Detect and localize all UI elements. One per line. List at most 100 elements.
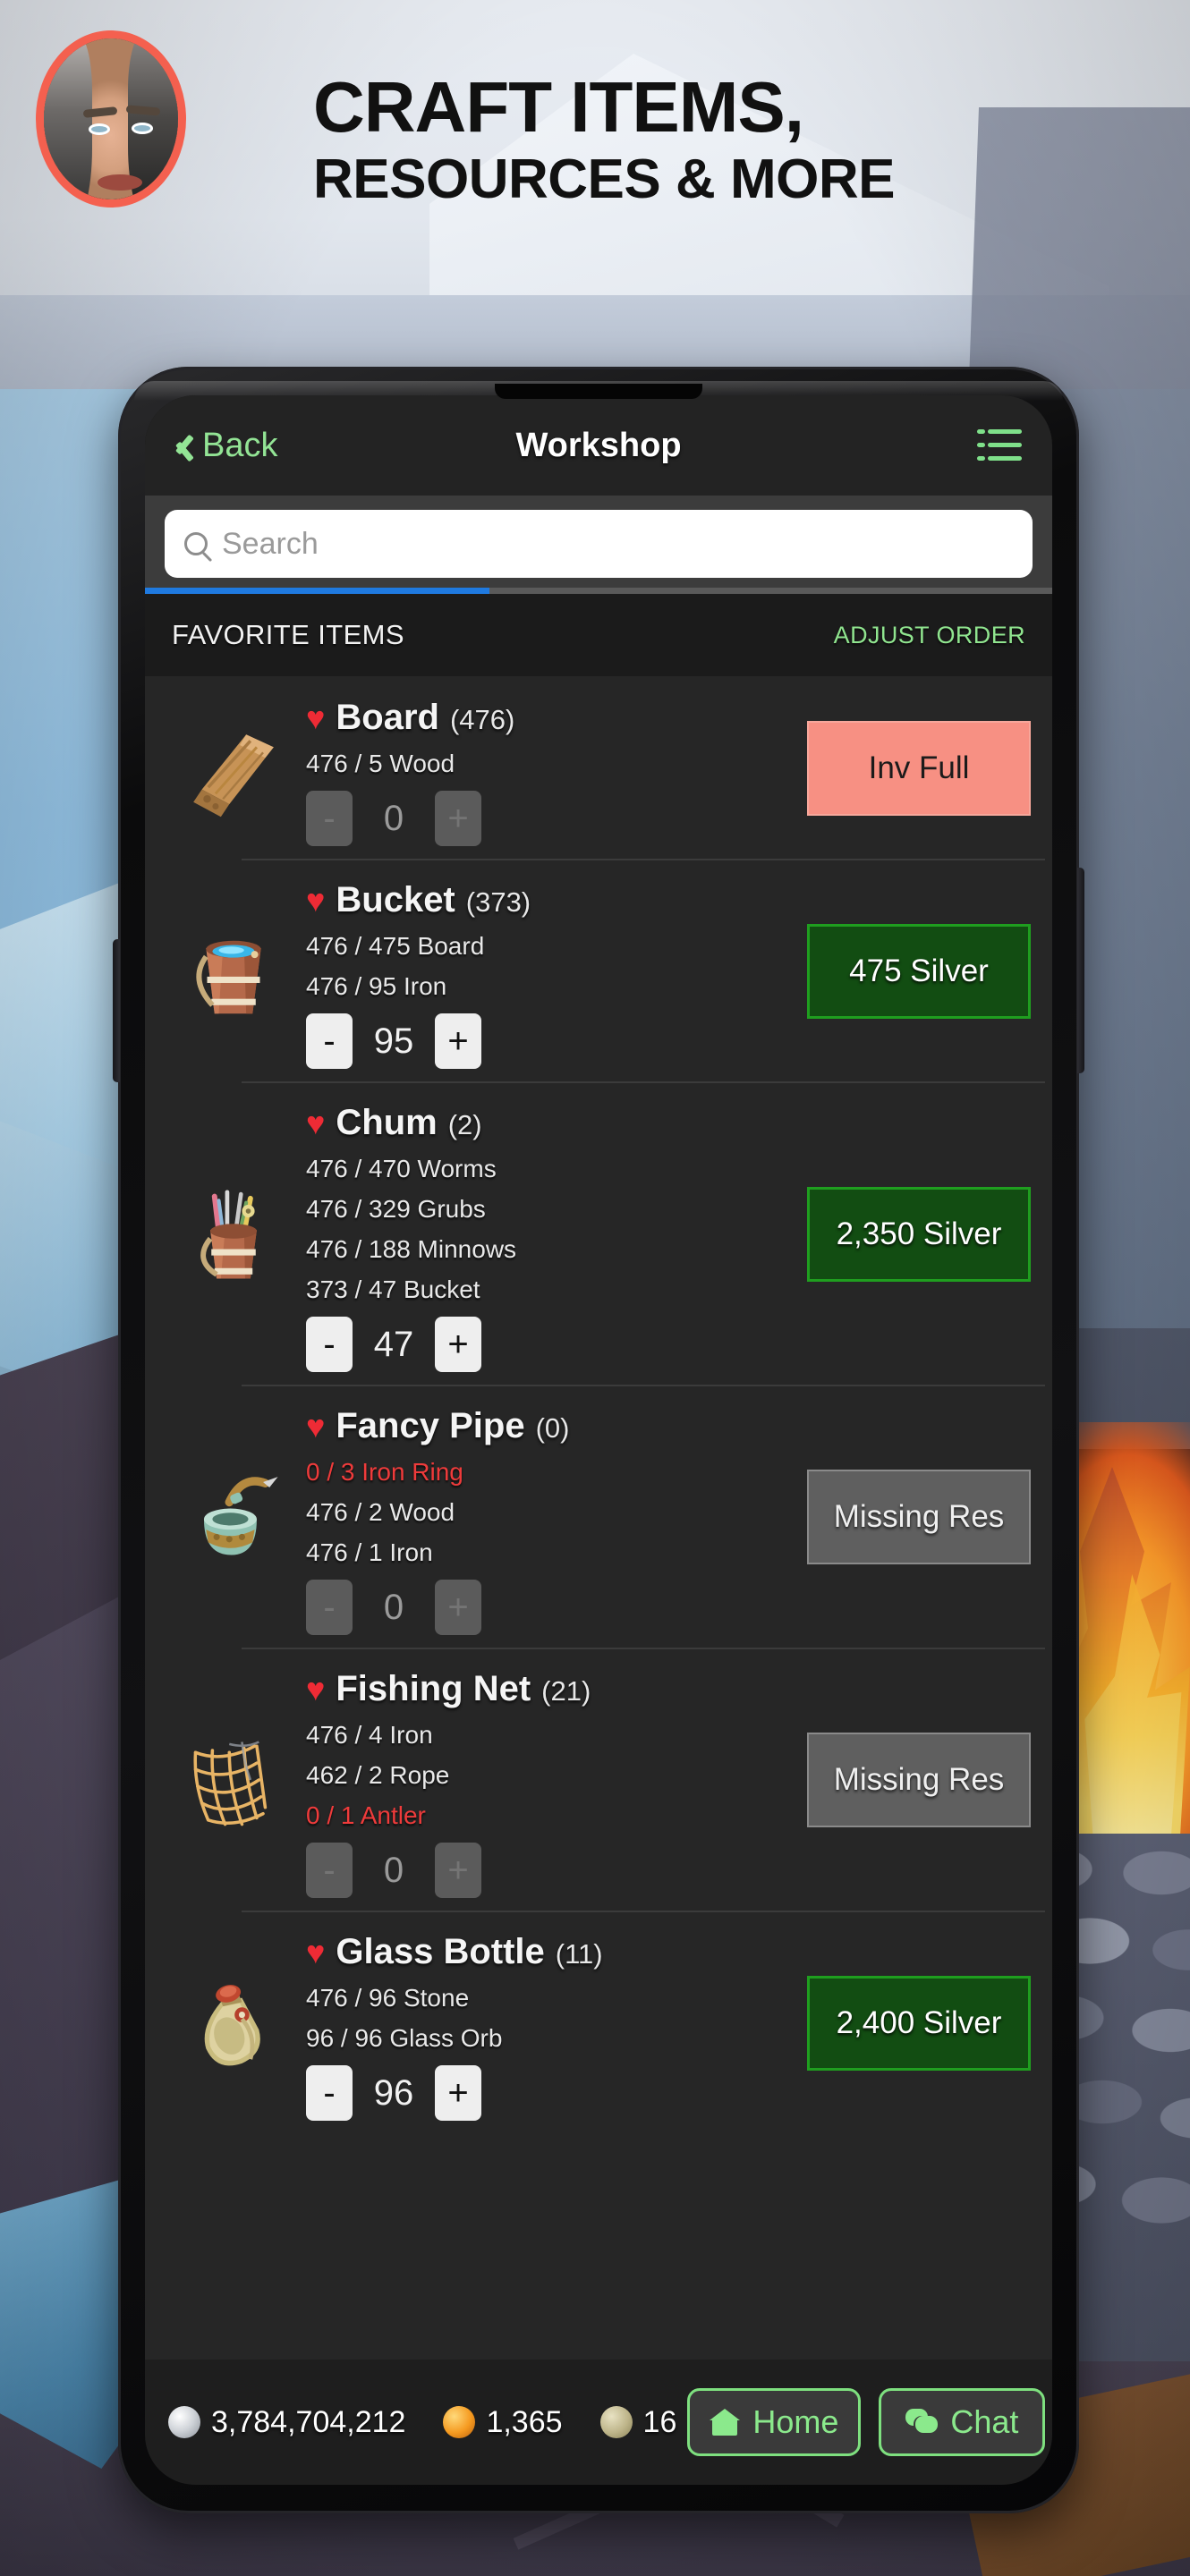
table-row[interactable]: ♥ Glass Bottle (11) 476 / 96 Stone 96 / 9… [145,1911,1052,2133]
item-info: ♥ Board (476) 476 / 5 Wood - 0 + [301,691,789,846]
item-requirement: 476 / 470 Worms [306,1155,497,1182]
quantity-stepper: - 95 + [306,1013,789,1069]
item-count: (476) [449,704,515,735]
increment-button[interactable]: + [435,1843,481,1898]
item-name: Glass Bottle [336,1932,545,1971]
item-requirement: 476 / 329 Grubs [306,1195,486,1223]
quantity-stepper: - 0 + [306,1843,789,1898]
item-action-column: 475 Silver [789,873,1031,1069]
quantity-value: 95 [373,1021,414,1061]
table-row[interactable]: ♥ Board (476) 476 / 5 Wood - 0 + Inv Ful… [145,676,1052,859]
phone-mockup: Back Workshop FAVORITE ITEMS ADJUST ORDE… [113,367,1084,2513]
fishing-net-icon [166,1662,301,1898]
decrement-button[interactable]: - [306,1580,353,1635]
player-portrait-icon [36,30,186,208]
home-button[interactable]: Home [687,2388,862,2456]
item-requirement: 0 / 3 Iron Ring [306,1458,463,1486]
craft-action-button[interactable]: Inv Full [807,721,1031,816]
section-title: FAVORITE ITEMS [172,619,404,650]
portrait-hair-left [44,38,92,199]
item-name: Bucket [336,880,455,919]
heart-icon[interactable]: ♥ [306,885,325,917]
decrement-button[interactable]: - [306,791,353,846]
craft-action-button[interactable]: Missing Res [807,1470,1031,1564]
table-row[interactable]: ♥ Fancy Pipe (0) 0 / 3 Iron Ring 476 / 2 … [145,1385,1052,1648]
table-row[interactable]: ♥ Bucket (373) 476 / 475 Board 476 / 95 I… [145,859,1052,1081]
heart-icon[interactable]: ♥ [306,1674,325,1706]
item-count: (21) [541,1675,591,1707]
app-navbar: Back Workshop [145,395,1052,496]
item-requirement: 0 / 1 Antler [306,1801,426,1829]
item-count: (2) [447,1109,482,1140]
heart-icon[interactable]: ♥ [306,702,325,734]
portrait-lips [98,174,142,191]
heart-icon[interactable]: ♥ [306,1936,325,1969]
home-button-label: Home [752,2403,839,2440]
quantity-value: 96 [373,2072,414,2113]
table-row[interactable]: ♥ Fishing Net (21) 476 / 4 Iron 462 / 2 R… [145,1648,1052,1911]
decrement-button[interactable]: - [306,1013,353,1069]
craft-action-button[interactable]: Missing Res [807,1733,1031,1827]
item-action-column: Inv Full [789,691,1031,846]
craft-action-button[interactable]: 2,400 Silver [807,1975,1031,2071]
item-name: Fancy Pipe [336,1406,525,1445]
quantity-stepper: - 47 + [306,1317,789,1372]
portrait-eye-left [89,123,110,135]
item-name: Fishing Net [336,1669,531,1708]
decrement-button[interactable]: - [306,2065,353,2121]
search-bar[interactable] [165,510,1033,578]
item-title: ♥ Chum (2) [306,1103,789,1143]
item-action-column: Missing Res [789,1662,1031,1898]
promo-headline-2: RESOURCES & MORE [313,148,895,210]
item-action-column: 2,350 Silver [789,1096,1031,1372]
portrait-eye-right [132,123,153,134]
loading-progress-bar [145,588,1052,594]
item-info: ♥ Fancy Pipe (0) 0 / 3 Iron Ring 476 / 2 … [301,1399,789,1635]
item-requirement: 96 / 96 Glass Orb [306,2024,503,2052]
item-name: Board [336,698,439,737]
item-requirement: 476 / 2 Wood [306,1498,455,1526]
item-requirement: 476 / 4 Iron [306,1721,433,1749]
table-row[interactable]: ♥ Chum (2) 476 / 470 Worms 476 / 329 Grub… [145,1081,1052,1385]
craft-action-button[interactable]: 2,350 Silver [807,1186,1031,1282]
decrement-button[interactable]: - [306,1843,353,1898]
heart-icon[interactable]: ♥ [306,1107,325,1140]
item-title: ♥ Board (476) [306,698,789,738]
phone-power-button [1077,868,1084,1073]
currency-bronze: 16 [599,2404,677,2440]
item-info: ♥ Bucket (373) 476 / 475 Board 476 / 95 I… [301,873,789,1069]
increment-button[interactable]: + [435,791,481,846]
bottom-nav-actions: Home Chat [687,2388,1046,2456]
item-info: ♥ Glass Bottle (11) 476 / 96 Stone 96 / 9… [301,1925,789,2121]
gold-coin-icon [443,2406,476,2438]
search-input[interactable] [222,526,1013,562]
wood-board-icon [166,691,301,846]
increment-button[interactable]: + [435,1317,481,1372]
quantity-stepper: - 0 + [306,791,789,846]
increment-button[interactable]: + [435,1013,481,1069]
silver-amount: 3,784,704,212 [211,2404,406,2439]
heart-icon[interactable]: ♥ [306,1411,325,1443]
item-count: (11) [555,1938,603,1970]
currency-gold: 1,365 [443,2405,563,2440]
increment-button[interactable]: + [435,1580,481,1635]
adjust-order-button[interactable]: ADJUST ORDER [834,622,1025,649]
item-requirement: 476 / 5 Wood [306,750,455,777]
chat-icon [905,2409,939,2436]
back-button[interactable]: Back [168,427,277,465]
phone-notch [495,384,702,399]
back-button-label: Back [202,426,278,464]
app-screen: Back Workshop FAVORITE ITEMS ADJUST ORDE… [145,395,1052,2485]
chat-button[interactable]: Chat [879,2388,1046,2456]
quantity-value: 0 [383,1587,404,1627]
item-title: ♥ Glass Bottle (11) [306,1932,789,1972]
craft-action-button[interactable]: 475 Silver [807,923,1031,1019]
quantity-value: 47 [373,1324,414,1364]
item-list[interactable]: ♥ Board (476) 476 / 5 Wood - 0 + Inv Ful… [145,676,1052,2360]
increment-button[interactable]: + [435,2065,481,2121]
list-menu-icon[interactable] [977,426,1022,465]
decrement-button[interactable]: - [306,1317,353,1372]
bronze-amount: 16 [642,2404,677,2439]
glass-bottle-icon [166,1925,301,2121]
chum-bucket-icon [166,1096,301,1372]
